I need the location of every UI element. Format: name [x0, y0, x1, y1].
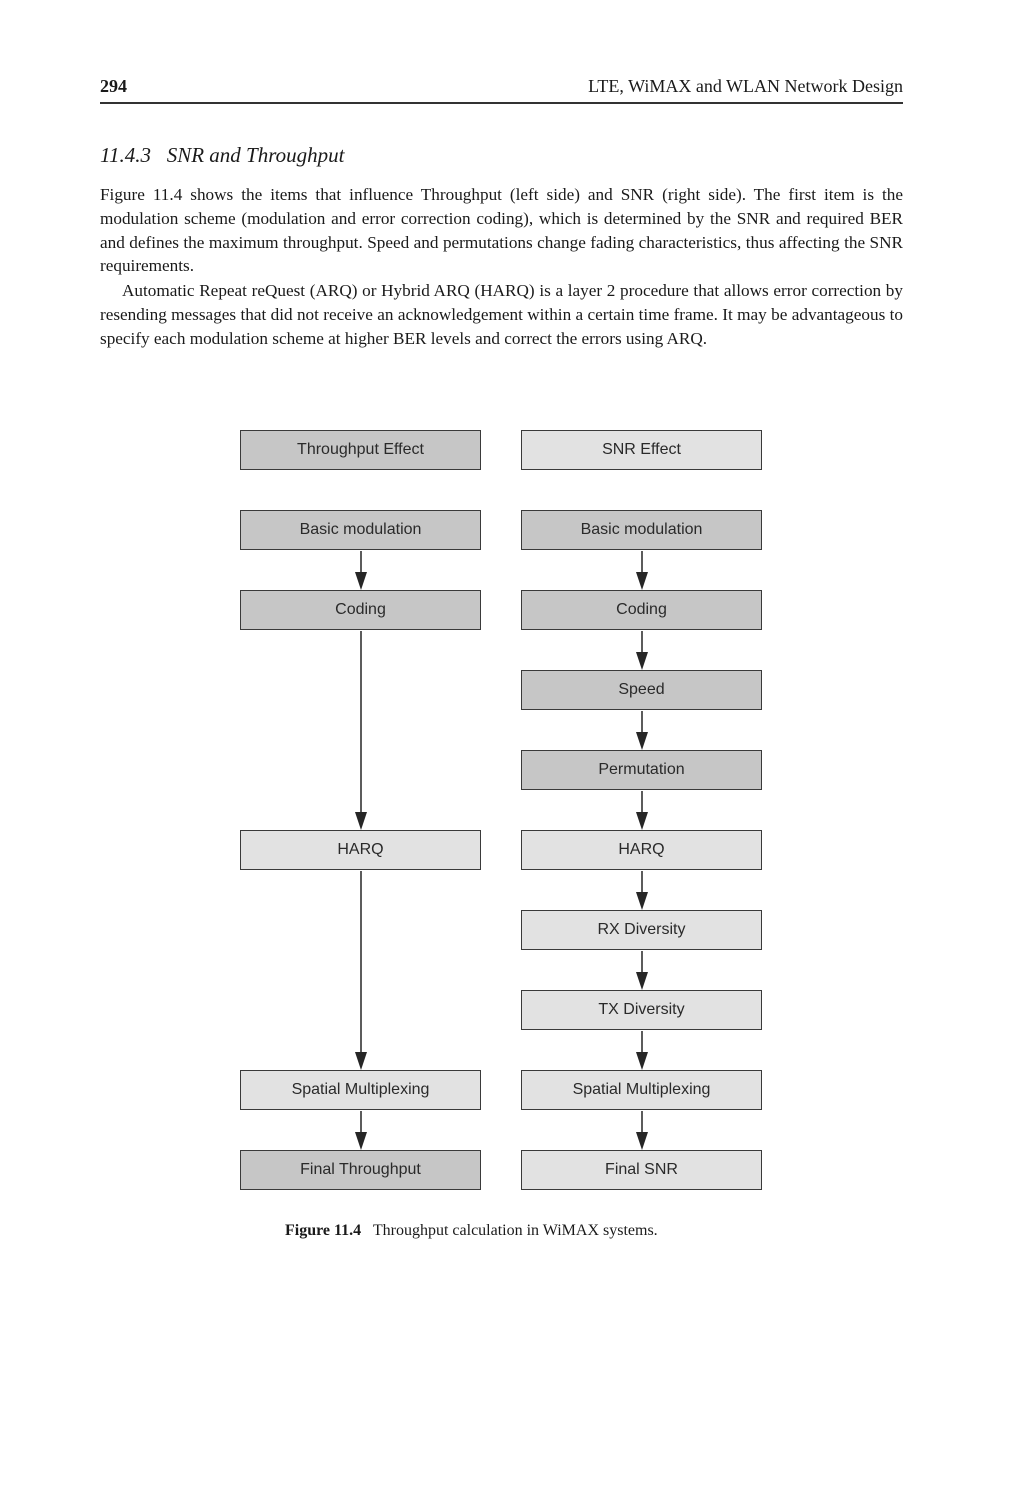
connector-arrow: [636, 551, 648, 590]
right-node-rx-diversity: RX Diversity: [521, 910, 762, 950]
node-label: Basic modulation: [299, 521, 422, 538]
arrowhead-icon: [355, 1052, 367, 1070]
node-label: Spatial Multiplexing: [572, 1081, 711, 1098]
connector-arrow: [355, 1111, 367, 1150]
arrowhead-icon: [355, 1132, 367, 1150]
node-label: Final SNR: [605, 1161, 678, 1178]
node-label: Speed: [618, 681, 665, 698]
arrowhead-icon: [636, 972, 648, 990]
node-label: TX Diversity: [598, 1001, 685, 1018]
left-node-spatial-multiplexing: Spatial Multiplexing: [240, 1070, 481, 1110]
node-label: Throughput Effect: [297, 441, 424, 458]
arrowhead-icon: [636, 572, 648, 590]
connector-arrow: [636, 871, 648, 910]
right-node-speed: Speed: [521, 670, 762, 710]
node-label: Spatial Multiplexing: [291, 1081, 430, 1098]
section-title: SNR and Throughput: [166, 143, 345, 167]
left-node-final-throughput: Final Throughput: [240, 1150, 481, 1190]
caption-label: Figure 11.4: [285, 1222, 362, 1239]
arrowhead-icon: [636, 892, 648, 910]
connector-arrow: [355, 551, 367, 590]
running-title: LTE, WiMAX and WLAN Network Design: [588, 76, 903, 96]
right-node-harq: HARQ: [521, 830, 762, 870]
section-number: 11.4.3: [100, 143, 151, 167]
arrowhead-icon: [636, 732, 648, 750]
right-node-tx-diversity: TX Diversity: [521, 990, 762, 1030]
connector-arrow: [636, 1031, 648, 1070]
connector-arrow: [636, 951, 648, 990]
left-node-basic-modulation: Basic modulation: [240, 510, 481, 550]
node-label: Coding: [616, 601, 667, 618]
node-label: HARQ: [618, 841, 665, 858]
connector-arrow: [636, 791, 648, 830]
connector-arrow: [636, 631, 648, 670]
right-header-box: SNR Effect: [521, 430, 762, 470]
body-paragraph: Automatic Repeat reQuest (ARQ) or Hybrid…: [100, 281, 903, 348]
connector-arrow: [636, 1111, 648, 1150]
arrowhead-icon: [636, 812, 648, 830]
node-label: Coding: [335, 601, 386, 618]
node-label: RX Diversity: [597, 921, 686, 938]
arrowhead-icon: [636, 1132, 648, 1150]
node-label: Basic modulation: [580, 521, 703, 538]
node-label: Final Throughput: [300, 1161, 421, 1178]
right-node-basic-modulation: Basic modulation: [521, 510, 762, 550]
arrowhead-icon: [355, 812, 367, 830]
page-header: 294 LTE, WiMAX and WLAN Network Design: [100, 74, 903, 104]
arrowhead-icon: [355, 572, 367, 590]
arrowhead-icon: [636, 652, 648, 670]
right-node-final-snr: Final SNR: [521, 1150, 762, 1190]
node-label: SNR Effect: [602, 441, 681, 458]
right-node-permutation: Permutation: [521, 750, 762, 790]
caption-text: Throughput calculation in WiMAX systems.: [372, 1222, 658, 1239]
right-node-coding: Coding: [521, 590, 762, 630]
left-node-harq: HARQ: [240, 830, 481, 870]
page-number: 294: [100, 76, 127, 96]
right-node-spatial-multiplexing: Spatial Multiplexing: [521, 1070, 762, 1110]
connector-arrow: [355, 871, 367, 1070]
figure-caption: Figure 11.4 Throughput calculation in Wi…: [285, 1222, 658, 1240]
section-heading: 11.4.3 SNR and Throughput: [100, 143, 344, 168]
node-label: Permutation: [598, 761, 685, 778]
left-header-box: Throughput Effect: [240, 430, 481, 470]
left-node-coding: Coding: [240, 590, 481, 630]
connector-arrow: [636, 711, 648, 750]
connector-arrow: [355, 631, 367, 830]
body-paragraph: Figure 11.4 shows the items that influen…: [100, 185, 903, 276]
node-label: HARQ: [337, 841, 384, 858]
arrowhead-icon: [636, 1052, 648, 1070]
